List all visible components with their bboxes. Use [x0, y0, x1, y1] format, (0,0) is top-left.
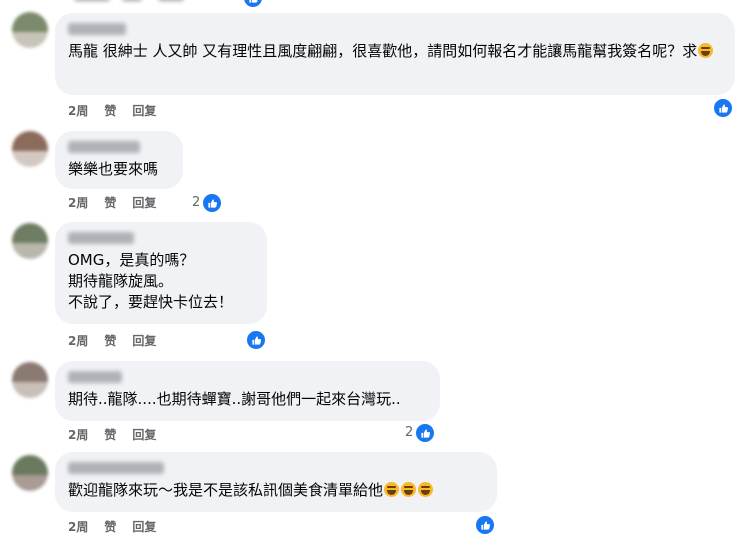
avatar-fill: [12, 31, 48, 48]
avatar-fill: [12, 381, 48, 398]
commenter-name-redacted[interactable]: [68, 462, 164, 474]
like-button[interactable]: 赞: [104, 428, 116, 442]
previous-comment-actions-partial: [62, 0, 262, 3]
comment-text: 歡迎龍隊來玩～我是不是該私訊個美食清單給他: [68, 480, 484, 501]
comment-bubble: 期待..龍隊....也期待蟬寶..謝哥他們一起來台灣玩..: [55, 361, 440, 421]
like-button[interactable]: 赞: [104, 196, 116, 210]
comment-actions: 2周 赞 回复: [68, 195, 172, 211]
comment-timestamp[interactable]: 2周: [68, 334, 88, 348]
comment-text: OMG，是真的嗎？ 期待龍隊旋風。 不說了，要趕快卡位去！: [68, 251, 234, 311]
rolling-laughing-icon: [418, 482, 434, 497]
commenter-name-redacted[interactable]: [68, 371, 122, 383]
reaction-count: 2: [192, 195, 201, 210]
reply-button[interactable]: 回复: [132, 520, 156, 534]
thumbs-up-icon: [475, 515, 495, 535]
like-button[interactable]: 赞: [104, 104, 116, 118]
comment-timestamp[interactable]: 2周: [68, 520, 88, 534]
previous-comment-reaction-partial: [243, 0, 263, 8]
thumbs-up-icon: [246, 330, 266, 350]
comment-text: 樂樂也要來嗎: [68, 160, 159, 178]
rolling-laughing-icon: [384, 482, 400, 497]
comment-actions: 2周 赞 回复: [68, 103, 172, 119]
reply-button[interactable]: 回复: [132, 196, 156, 210]
reply-button[interactable]: 回复: [132, 334, 156, 348]
like-button[interactable]: 赞: [104, 334, 116, 348]
avatar-fill: [12, 242, 48, 259]
rolling-laughing-icon: [401, 482, 417, 497]
reaction-summary[interactable]: [244, 330, 266, 350]
comment-actions: 2周 赞 回复: [68, 427, 172, 443]
avatar-fill: [12, 131, 48, 151]
comment-bubble: OMG，是真的嗎？ 期待龍隊旋風。 不說了，要趕快卡位去！: [55, 222, 267, 324]
comment-actions: 2周 赞 回复: [68, 333, 172, 349]
reply-button[interactable]: 回复: [132, 104, 156, 118]
comment-timestamp[interactable]: 2周: [68, 196, 88, 210]
comment-bubble: 樂樂也要來嗎: [55, 131, 183, 189]
avatar-fill: [12, 150, 48, 167]
commenter-name-redacted[interactable]: [68, 141, 140, 153]
comment-actions: 2周 赞 回复: [68, 519, 172, 535]
thumbs-up-icon: [202, 193, 223, 213]
reaction-summary[interactable]: [711, 98, 733, 118]
avatar-fill: [12, 455, 48, 475]
grinning-face-with-sweat-icon: [698, 43, 714, 58]
avatar[interactable]: [12, 12, 48, 48]
comment-thread: 馬龍 很紳士 人又帥 又有理性且風度翩翩，很喜歡他，請問如何報名才能讓馬龍幫我簽…: [0, 0, 753, 541]
commenter-name-redacted[interactable]: [68, 23, 126, 35]
thumbs-up-icon: [713, 98, 733, 118]
reaction-count: 2: [405, 425, 414, 440]
comment-bubble: 歡迎龍隊來玩～我是不是該私訊個美食清單給他: [55, 452, 497, 512]
reply-button[interactable]: 回复: [132, 428, 156, 442]
comment-timestamp[interactable]: 2周: [68, 428, 88, 442]
avatar-fill: [12, 12, 48, 32]
like-button[interactable]: 赞: [104, 520, 116, 534]
thumbs-up-icon: [415, 423, 436, 443]
commenter-name-redacted[interactable]: [68, 232, 134, 244]
avatar[interactable]: [12, 455, 48, 491]
reaction-summary[interactable]: [473, 515, 495, 535]
avatar[interactable]: [12, 223, 48, 259]
comment-timestamp[interactable]: 2周: [68, 104, 88, 118]
avatar[interactable]: [12, 362, 48, 398]
reaction-summary[interactable]: 2: [192, 193, 223, 213]
avatar-fill: [12, 474, 48, 491]
avatar-fill: [12, 362, 48, 382]
reaction-summary[interactable]: 2: [405, 423, 436, 443]
comment-text: 期待..龍隊....也期待蟬寶..謝哥他們一起來台灣玩..: [68, 390, 401, 408]
comment-bubble: 馬龍 很紳士 人又帥 又有理性且風度翩翩，很喜歡他，請問如何報名才能讓馬龍幫我簽…: [55, 13, 735, 95]
comment-text: 馬龍 很紳士 人又帥 又有理性且風度翩翩，很喜歡他，請問如何報名才能讓馬龍幫我簽…: [68, 41, 722, 62]
thumbs-up-icon: [243, 0, 263, 8]
avatar[interactable]: [12, 131, 48, 167]
avatar-fill: [12, 223, 48, 243]
